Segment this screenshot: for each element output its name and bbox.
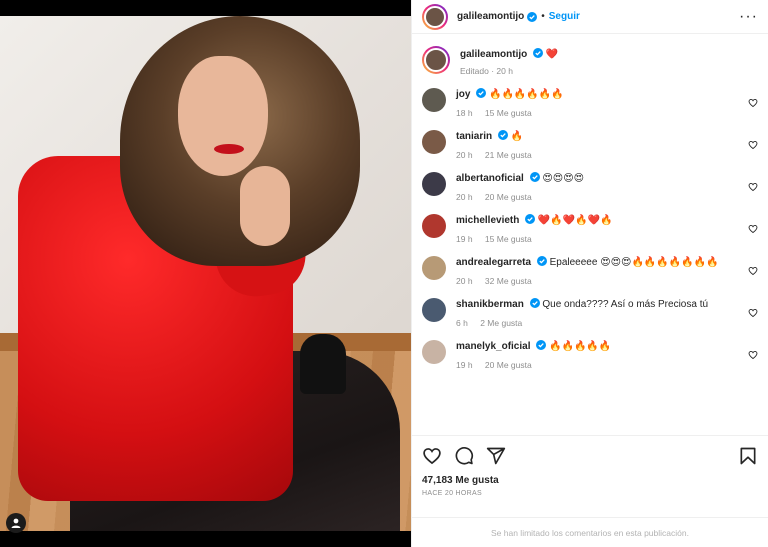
- comment-time[interactable]: 20 h: [456, 192, 473, 202]
- post-time-ago[interactable]: HACE 20 HORAS: [412, 486, 768, 497]
- commenter-avatar[interactable]: [422, 88, 446, 112]
- comment-row: michellevieth ❤️🔥❤️🔥❤️🔥 19 h 15 Me gusta: [422, 214, 758, 244]
- comment-text: ❤️🔥❤️🔥❤️🔥: [537, 215, 613, 226]
- comment-likes[interactable]: 20 Me gusta: [485, 192, 532, 202]
- share-send-icon[interactable]: [486, 446, 506, 466]
- verified-badge-icon: [533, 48, 544, 58]
- comment-time[interactable]: 20 h: [456, 150, 473, 160]
- header-separator: •: [541, 11, 545, 22]
- comment-text: 🔥🔥🔥🔥🔥🔥: [489, 89, 564, 100]
- comment-time[interactable]: 19 h: [456, 234, 473, 244]
- comment-likes[interactable]: 2 Me gusta: [480, 318, 522, 328]
- caption: galileamontijo ❤️ Editado · 20 h: [422, 46, 758, 76]
- commenter-avatar[interactable]: [422, 172, 446, 196]
- comment-like-heart-icon[interactable]: [748, 182, 758, 192]
- tagged-user-icon[interactable]: [6, 513, 26, 533]
- comment-time[interactable]: 18 h: [456, 108, 473, 118]
- comments-limited-notice: Se han limitado los comentarios en esta …: [412, 517, 768, 547]
- comment-likes[interactable]: 32 Me gusta: [485, 276, 532, 286]
- post-side-panel: galileamontijo • Seguir ··· galileamonti…: [411, 0, 768, 547]
- comment-like-heart-icon[interactable]: [748, 224, 758, 234]
- comment-row: taniarin 🔥 20 h 21 Me gusta: [422, 130, 758, 160]
- comment-text: 🔥: [510, 131, 524, 142]
- photo-heel: [300, 334, 346, 394]
- verified-badge-icon: [529, 298, 540, 308]
- commenter-avatar[interactable]: [422, 298, 446, 322]
- comment-like-heart-icon[interactable]: [748, 140, 758, 150]
- verified-badge-icon: [497, 130, 508, 140]
- likes-count[interactable]: 47,183 Me gusta: [412, 475, 768, 486]
- photo-lips: [214, 144, 244, 154]
- post-actions: [412, 435, 768, 475]
- verified-badge-icon: [525, 214, 536, 224]
- comment-like-heart-icon[interactable]: [748, 98, 758, 108]
- verified-badge-icon: [529, 172, 540, 182]
- verified-badge-icon: [476, 88, 487, 98]
- caption-username[interactable]: galileamontijo: [460, 49, 527, 60]
- comment-text: Epaleeeee 😍😍😍🔥🔥🔥🔥🔥🔥🔥: [549, 257, 719, 268]
- caption-text: ❤️: [545, 49, 559, 60]
- photo-content: [0, 16, 411, 531]
- verified-badge-icon: [527, 11, 538, 22]
- more-options-icon[interactable]: ···: [739, 8, 758, 24]
- commenter-username[interactable]: joy: [456, 89, 470, 100]
- comment-time[interactable]: 6 h: [456, 318, 468, 328]
- photo-face: [178, 56, 268, 176]
- comment-likes[interactable]: 20 Me gusta: [485, 360, 532, 370]
- author-username[interactable]: galileamontijo: [457, 11, 524, 22]
- verified-badge-icon: [536, 256, 547, 266]
- commenter-username[interactable]: andrealegarreta: [456, 257, 531, 268]
- comment-text: 🔥🔥🔥🔥🔥: [549, 341, 612, 352]
- comment-likes[interactable]: 21 Me gusta: [485, 150, 532, 160]
- caption-avatar[interactable]: [422, 46, 450, 74]
- comment-row: manelyk_oficial 🔥🔥🔥🔥🔥 19 h 20 Me gusta: [422, 340, 758, 370]
- comment-time[interactable]: 19 h: [456, 360, 473, 370]
- commenter-avatar[interactable]: [422, 256, 446, 280]
- commenter-avatar[interactable]: [422, 340, 446, 364]
- photo-hand: [240, 166, 290, 246]
- comment-row: albertanoficial 😍😍😍😍 20 h 20 Me gusta: [422, 172, 758, 202]
- caption-meta: Editado · 20 h: [460, 66, 513, 76]
- comment-text: Que onda???? Así o más Preciosa tú: [542, 299, 709, 310]
- comment-like-heart-icon[interactable]: [748, 308, 758, 318]
- follow-button[interactable]: Seguir: [549, 11, 580, 22]
- comment-bubble-icon[interactable]: [454, 446, 474, 466]
- verified-badge-icon: [536, 340, 547, 350]
- comment-time[interactable]: 20 h: [456, 276, 473, 286]
- post-photo[interactable]: [0, 0, 411, 547]
- commenter-username[interactable]: albertanoficial: [456, 173, 524, 184]
- comments-list[interactable]: galileamontijo ❤️ Editado · 20 h joy 🔥🔥🔥…: [412, 34, 768, 435]
- commenter-avatar[interactable]: [422, 130, 446, 154]
- commenter-username[interactable]: taniarin: [456, 131, 492, 142]
- like-heart-icon[interactable]: [422, 446, 442, 466]
- commenter-username[interactable]: manelyk_oficial: [456, 341, 530, 352]
- comment-likes[interactable]: 15 Me gusta: [485, 108, 532, 118]
- comment-text: 😍😍😍😍: [542, 173, 585, 184]
- comment-like-heart-icon[interactable]: [748, 266, 758, 276]
- commenter-username[interactable]: shanikberman: [456, 299, 524, 310]
- post-header: galileamontijo • Seguir ···: [412, 0, 768, 34]
- commenter-username[interactable]: michellevieth: [456, 215, 519, 226]
- instagram-post-view: galileamontijo • Seguir ··· galileamonti…: [0, 0, 768, 547]
- author-avatar[interactable]: [422, 3, 448, 30]
- comment-like-heart-icon[interactable]: [748, 350, 758, 360]
- comment-likes[interactable]: 15 Me gusta: [485, 234, 532, 244]
- comment-row: andrealegarreta Epaleeeee 😍😍😍🔥🔥🔥🔥🔥🔥🔥 20 …: [422, 256, 758, 286]
- comment-row: joy 🔥🔥🔥🔥🔥🔥 18 h 15 Me gusta: [422, 88, 758, 118]
- commenter-avatar[interactable]: [422, 214, 446, 238]
- comment-row: shanikberman Que onda???? Así o más Prec…: [422, 298, 758, 328]
- save-bookmark-icon[interactable]: [738, 446, 758, 466]
